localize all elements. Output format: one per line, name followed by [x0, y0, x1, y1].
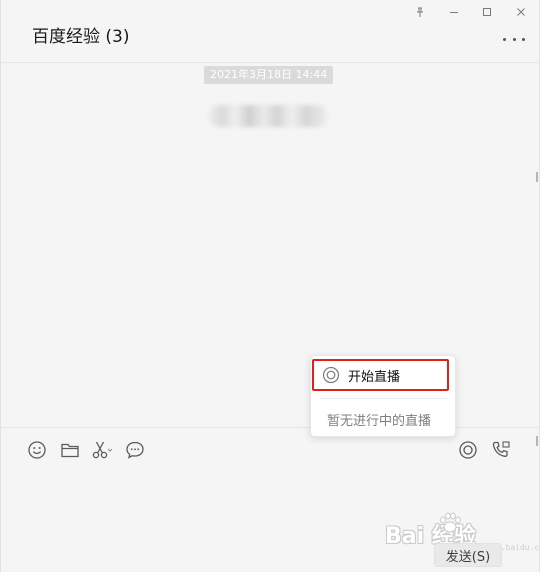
message-timestamp: 2021年3月18日 14:44	[204, 66, 334, 84]
live-popup-menu: 开始直播 暂无进行中的直播	[310, 355, 456, 437]
paw-logo-icon	[440, 512, 461, 533]
chat-history-icon	[126, 441, 144, 459]
more-dot	[522, 37, 525, 41]
live-button[interactable]	[457, 439, 479, 461]
close-button[interactable]	[511, 4, 531, 20]
emoji-button[interactable]	[26, 439, 48, 461]
screenshot-button[interactable]	[91, 439, 113, 461]
maximize-button[interactable]	[477, 4, 497, 20]
more-dot	[512, 37, 516, 41]
resize-handle[interactable]	[536, 172, 538, 182]
emoji-icon	[28, 441, 46, 459]
pin-icon	[417, 7, 423, 17]
call-button[interactable]	[490, 439, 512, 461]
folder-icon	[61, 443, 79, 458]
more-dot	[503, 37, 506, 41]
call-icon	[492, 441, 510, 457]
send-file-button[interactable]	[59, 439, 81, 461]
blurred-message	[209, 105, 327, 127]
close-icon	[517, 8, 525, 16]
start-live-label: 开始直播	[348, 369, 401, 385]
message-area[interactable]: 2021年3月18日 14:44	[1, 63, 539, 427]
resize-handle[interactable]	[536, 436, 538, 446]
live-icon	[322, 366, 340, 384]
minimize-icon	[450, 12, 458, 13]
popup-divider	[319, 398, 447, 399]
send-button[interactable]: 发送(S)	[434, 543, 502, 567]
maximize-icon	[483, 8, 491, 16]
scissors-icon	[92, 441, 113, 459]
chat-title: 百度经验 (3)	[32, 27, 130, 47]
start-live-menu-item[interactable]: 开始直播	[312, 359, 449, 391]
more-options-button[interactable]	[503, 31, 525, 47]
chat-history-button[interactable]	[124, 439, 146, 461]
minimize-button[interactable]	[444, 4, 464, 20]
live-icon	[459, 441, 477, 459]
title-bar: 百度经验 (3)	[1, 0, 539, 63]
no-live-status: 暂无进行中的直播	[327, 414, 432, 429]
pin-button[interactable]	[410, 4, 430, 20]
chat-window: 百度经验 (3) 2021年3月18日 14:44 开始直播 暂无进行中的直播 …	[0, 0, 540, 572]
input-divider	[1, 427, 539, 428]
